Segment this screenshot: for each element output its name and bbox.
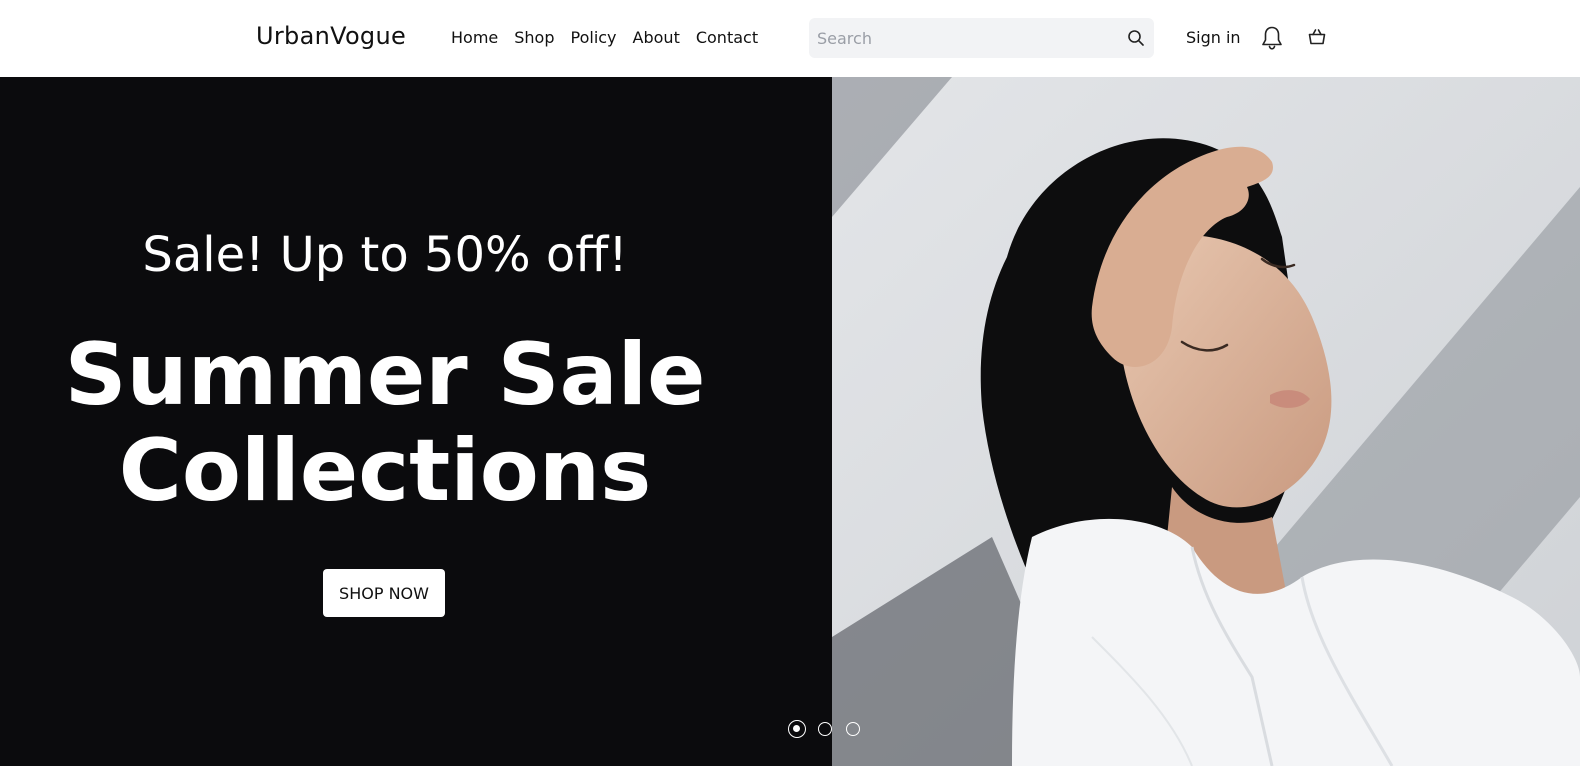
hero-banner: Sale! Up to 50% off! Summer Sale Collect… [0,77,1580,766]
shop-now-button[interactable]: SHOP NOW [323,569,445,617]
hero-text-panel: Sale! Up to 50% off! Summer Sale Collect… [0,77,832,766]
hero-title-line-1: Summer Sale [64,325,706,425]
nav-link-home[interactable]: Home [451,28,498,48]
hero-subtitle: Sale! Up to 50% off! [142,227,628,283]
search-input[interactable] [809,18,1109,58]
carousel-dot-2[interactable] [818,722,832,736]
nav-link-shop[interactable]: Shop [514,28,554,48]
hero-title-line-2: Collections [118,421,652,521]
brand-logo[interactable]: UrbanVogue [256,22,406,50]
carousel-dot-1[interactable] [788,720,806,738]
hero-model-photo [832,77,1580,766]
search-icon[interactable] [1126,28,1146,48]
site-header: UrbanVogue Home Shop Policy About Contac… [0,0,1580,77]
carousel-dot-3[interactable] [846,722,860,736]
search-box [809,18,1154,58]
sign-in-link[interactable]: Sign in [1186,28,1241,48]
nav-link-contact[interactable]: Contact [696,28,758,48]
main-nav: Home Shop Policy About Contact [451,28,758,48]
nav-link-about[interactable]: About [633,28,680,48]
nav-link-policy[interactable]: Policy [571,28,617,48]
hero-title: Summer Sale Collections [0,327,770,519]
bell-icon[interactable] [1260,25,1284,51]
shopping-basket-icon[interactable] [1307,27,1327,47]
model-photo-illustration [832,77,1580,766]
